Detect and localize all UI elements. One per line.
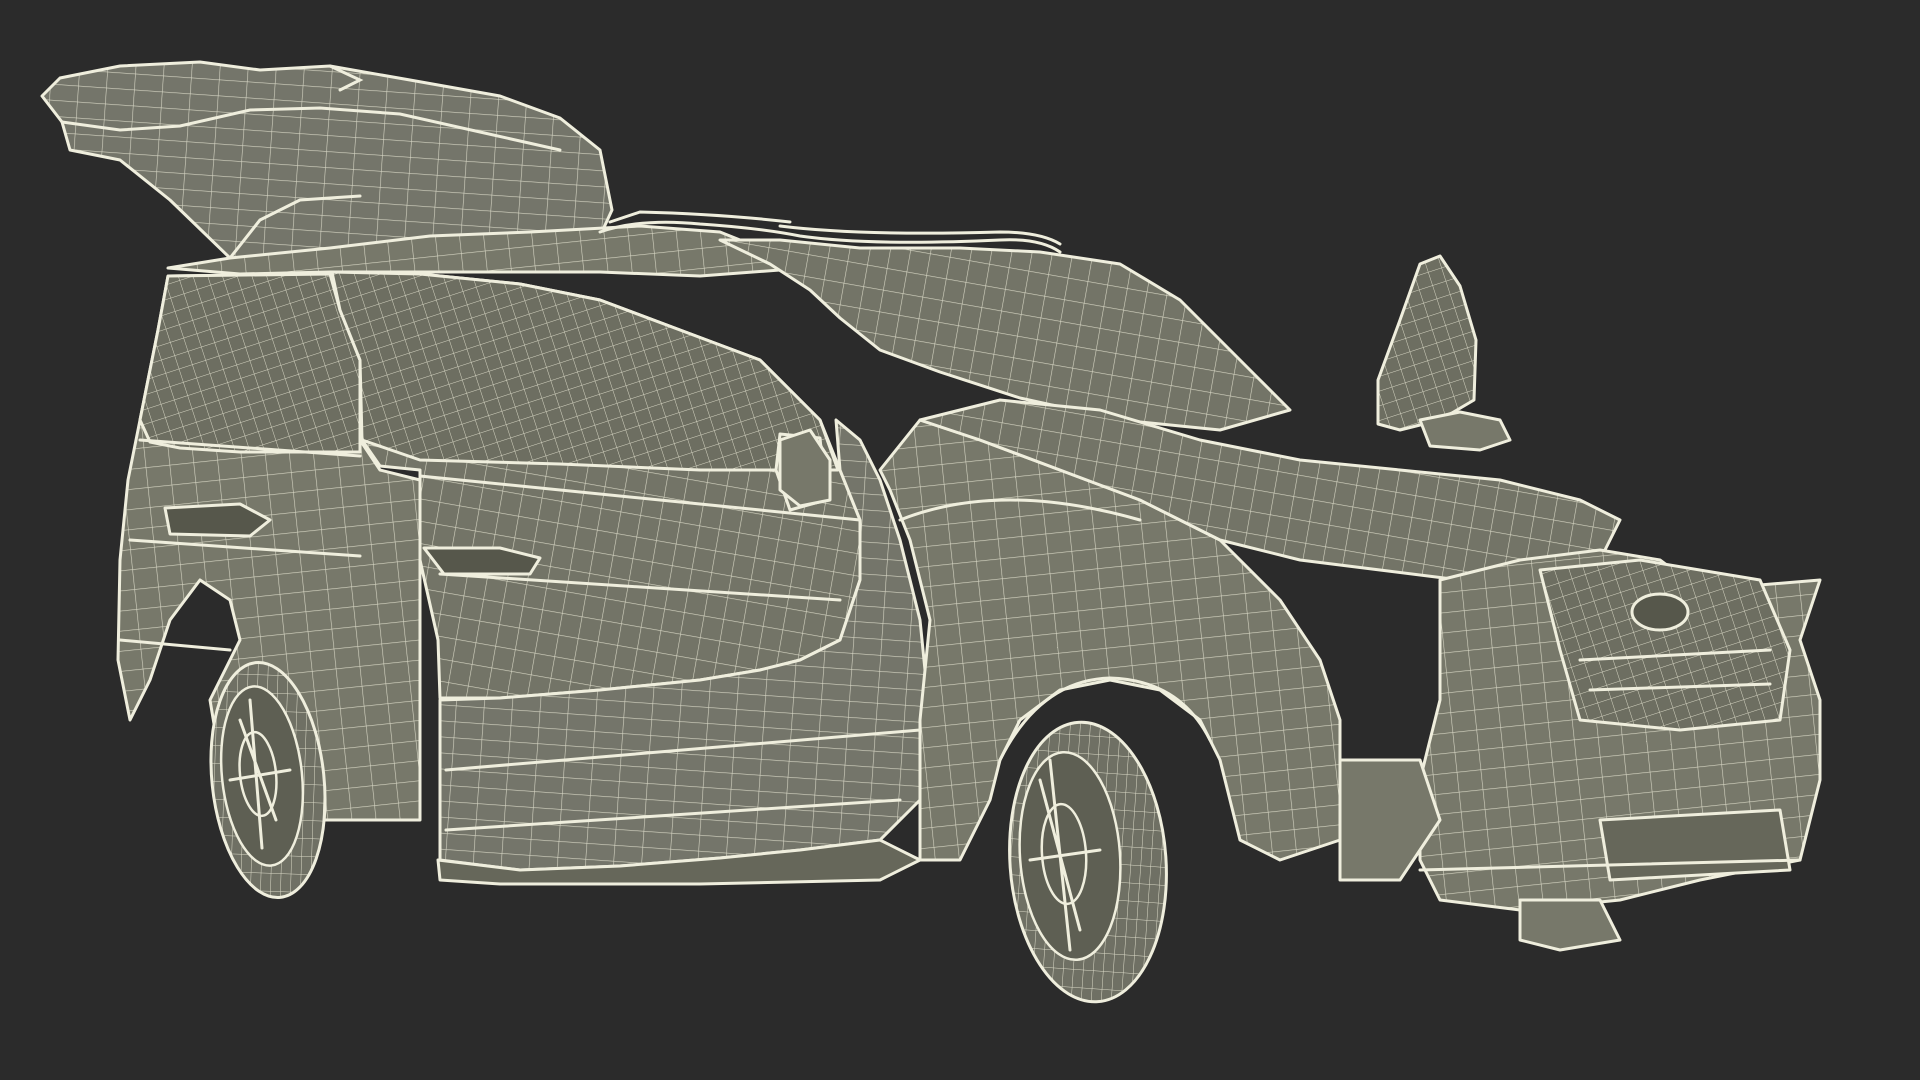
render-viewport xyxy=(0,0,1920,1080)
front-wheel xyxy=(1008,720,1168,1004)
front-fascia xyxy=(1338,548,1822,952)
suv-wireframe-render xyxy=(40,60,1822,1004)
